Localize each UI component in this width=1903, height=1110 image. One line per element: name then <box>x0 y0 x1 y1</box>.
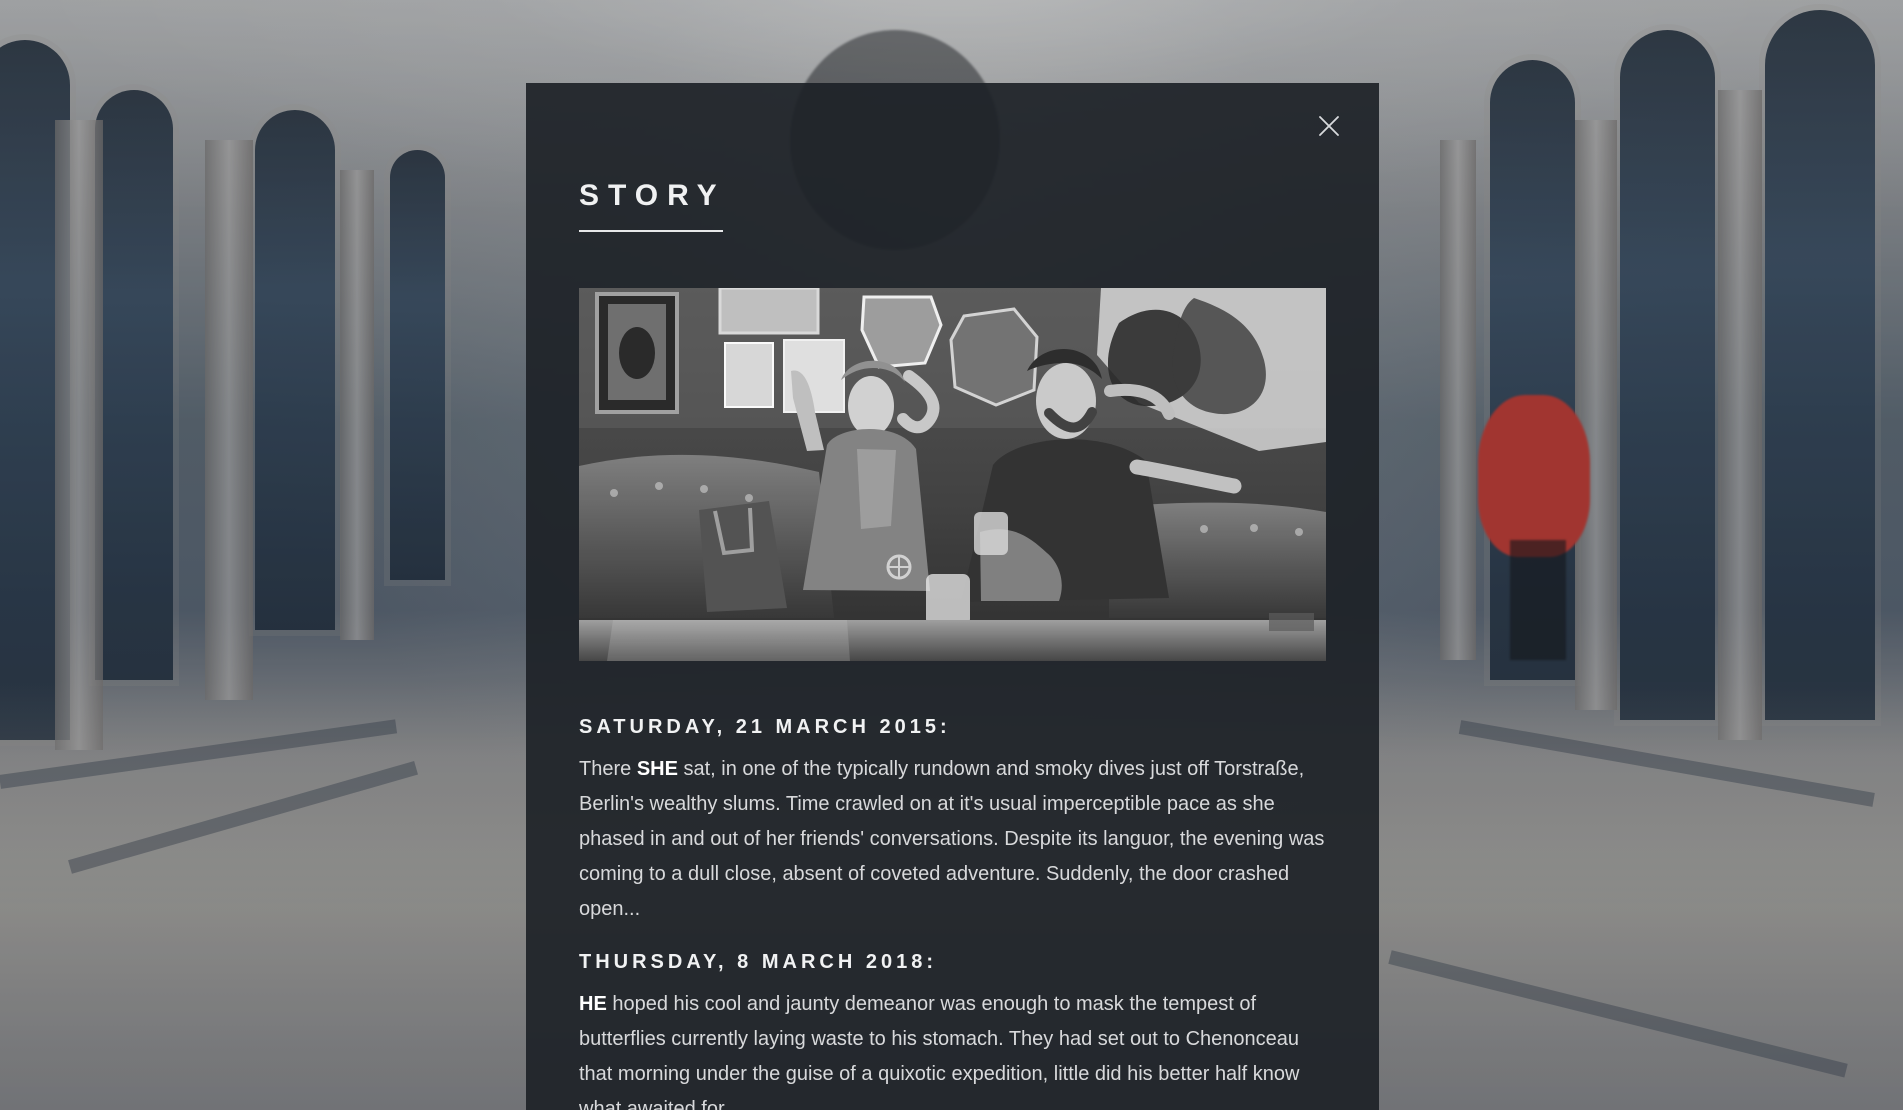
entry-paragraph-1-prefix: There <box>579 758 637 780</box>
entry-paragraph-2: HE hoped his cool and jaunty demeanor wa… <box>579 987 1329 1110</box>
entry-paragraph-1: There SHE sat, in one of the typically r… <box>579 752 1329 927</box>
entry-highlight-1: SHE <box>636 758 678 780</box>
title-underline <box>579 230 723 232</box>
story-photo <box>579 288 1326 661</box>
entry-date-2: THURSDAY, 8 MARCH 2018: <box>579 951 937 973</box>
close-icon <box>1319 116 1339 136</box>
entry-paragraph-1-suffix: sat, in one of the typically rundown and… <box>579 758 1325 920</box>
page-title: STORY <box>579 179 726 212</box>
entry-paragraph-2-suffix: hoped his cool and jaunty demeanor was e… <box>579 993 1300 1110</box>
entry-date-1: SATURDAY, 21 MARCH 2015: <box>579 716 951 738</box>
bar-photo <box>579 288 1326 661</box>
entry-highlight-2: HE <box>579 993 607 1015</box>
close-button[interactable] <box>1316 113 1342 139</box>
story-modal: STORY SATURDAY, 21 MARCH 2015: There SHE… <box>526 83 1379 1110</box>
story-title-block: STORY <box>579 181 723 239</box>
